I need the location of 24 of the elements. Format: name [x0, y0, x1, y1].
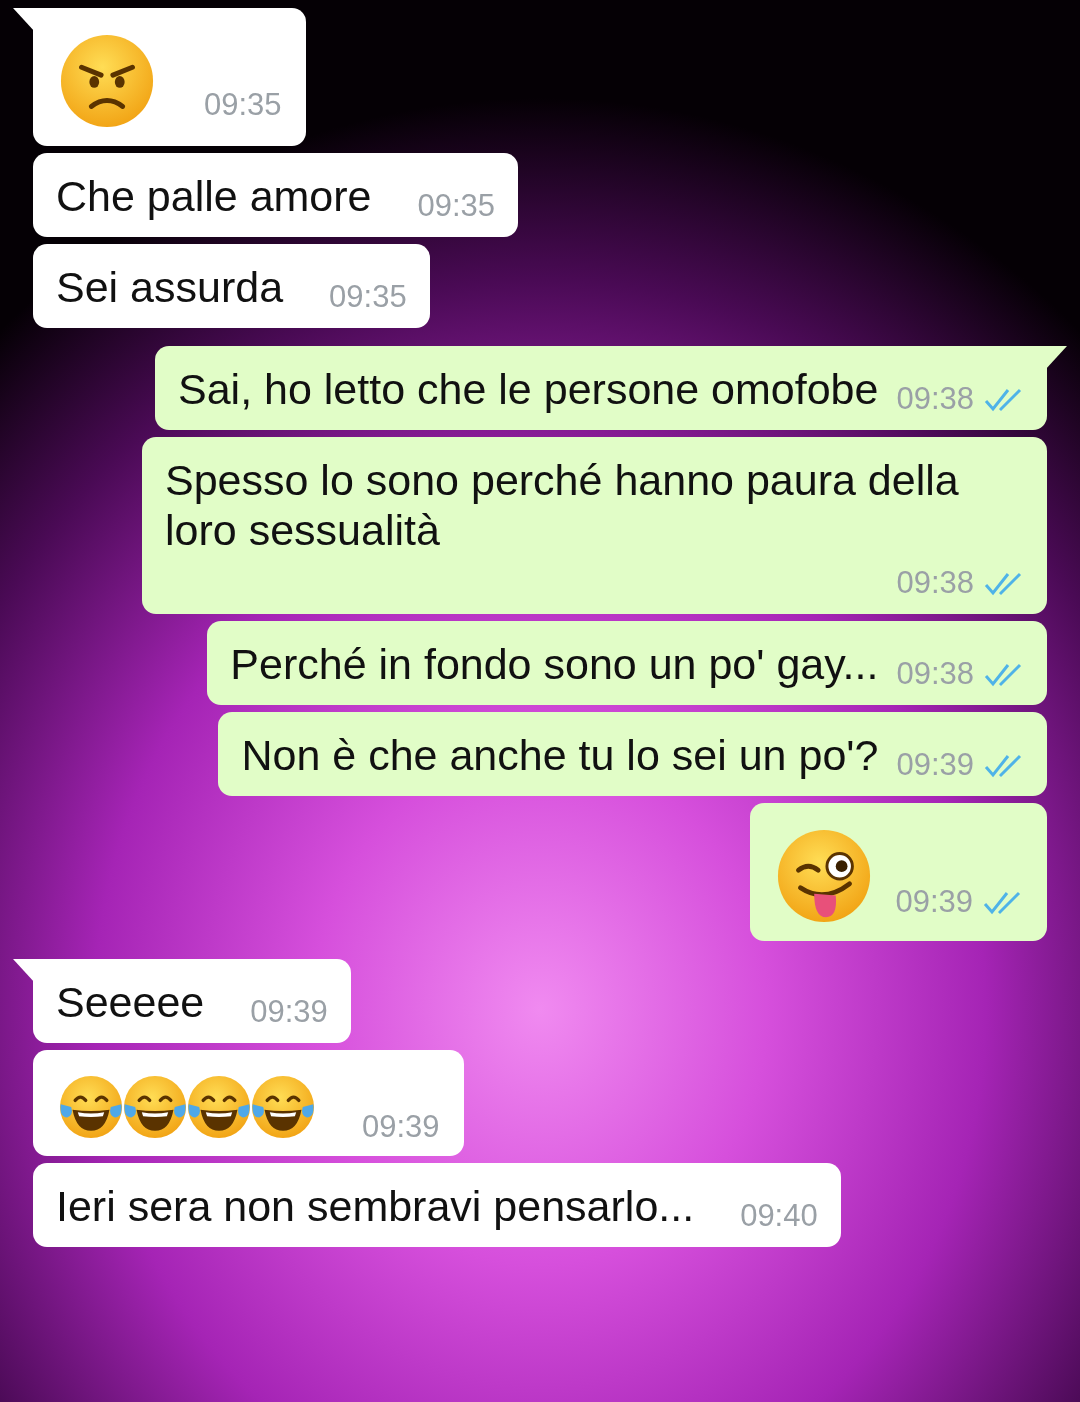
message-text: Spesso lo sono perché hanno paura della loro sessualità: [165, 455, 960, 555]
message-time: 09:35: [329, 279, 407, 314]
message-text: Sai, ho letto che le persone omofobe: [178, 364, 879, 414]
message-time: 09:39: [250, 994, 328, 1029]
message-time: 09:40: [740, 1198, 818, 1233]
tears-of-joy-face-icon: [122, 1074, 188, 1140]
tears-of-joy-face-icon: [58, 1074, 124, 1140]
tears-of-joy-face-icon: [186, 1074, 252, 1140]
message-time: 09:39: [895, 883, 973, 919]
message-text: Sei assurda: [56, 262, 284, 312]
message-text: Non è che anche tu lo sei un po'?: [241, 730, 879, 780]
message-time: 09:39: [362, 1108, 440, 1144]
message-time: 09:38: [896, 565, 974, 600]
message-time: 09:35: [417, 188, 496, 223]
message-text: Che palle amore: [56, 171, 372, 221]
tears-of-joy-face-icon: [250, 1074, 316, 1140]
message-time: 09:38: [896, 656, 974, 691]
message-text: Ieri sera non sembravi pensarlo...: [56, 1181, 695, 1231]
angry-face-icon: [58, 32, 156, 130]
message-time: 09:39: [896, 747, 974, 782]
message-time: 09:35: [204, 86, 282, 122]
message-text: Perché in fondo sono un po' gay...: [230, 639, 879, 689]
message-time: 09:38: [896, 381, 974, 416]
message-text: Seeeee: [56, 977, 205, 1027]
